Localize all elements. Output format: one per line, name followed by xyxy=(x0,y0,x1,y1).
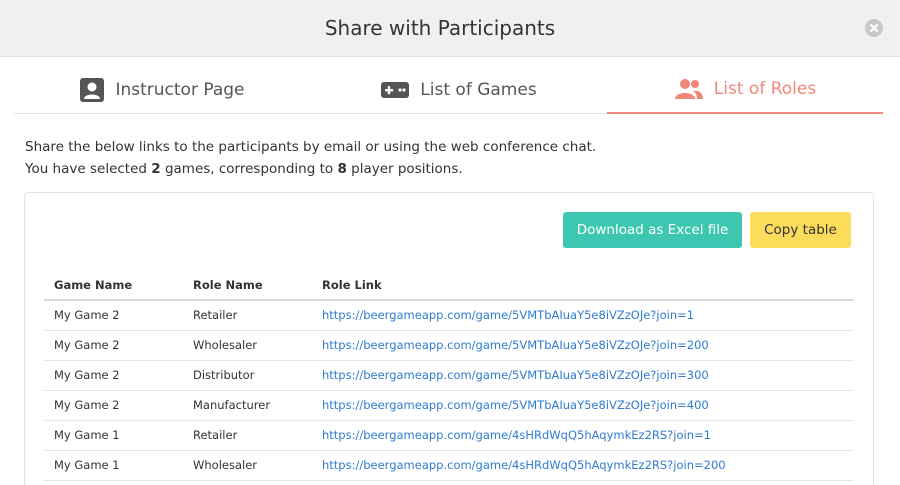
intro-line-1: Share the below links to the participant… xyxy=(25,139,597,155)
intro-text-part: player positions. xyxy=(346,161,463,177)
tab-label: List of Roles xyxy=(713,79,817,99)
tab-bar: Instructor Page List of Games List of Ro… xyxy=(14,66,883,114)
role-name-cell: Distributor xyxy=(183,360,312,391)
role-name-cell: Manufacturer xyxy=(183,390,312,421)
table-header-row: Game Name Role Name Role Link xyxy=(44,271,854,301)
column-header-game-name: Game Name xyxy=(44,271,183,301)
game-name-cell: My Game 1 xyxy=(44,420,183,451)
dialog-title: Share with Participants xyxy=(324,16,556,40)
role-name-cell: Wholesaler xyxy=(183,450,312,481)
close-button[interactable] xyxy=(865,19,883,37)
tab-label: Instructor Page xyxy=(115,79,245,100)
game-name-cell: My Game 2 xyxy=(44,360,183,391)
intro-line-2: You have selected 2 games, corresponding… xyxy=(25,158,596,180)
table-row: My Game 2 Retailer https://beergameapp.c… xyxy=(44,300,854,331)
user-badge-icon xyxy=(79,77,105,103)
role-name-cell: Retailer xyxy=(183,420,312,451)
roles-table: Game Name Role Name Role Link My Game 2 … xyxy=(44,271,854,481)
intro-text-part: You have selected xyxy=(25,161,152,177)
positions-count: 8 xyxy=(337,161,347,177)
column-header-role-name: Role Name xyxy=(183,271,312,301)
role-link[interactable]: https://beergameapp.com/game/4sHRdWqQ5hA… xyxy=(312,420,854,451)
table-row: My Game 2 Manufacturer https://beergamea… xyxy=(44,390,854,421)
game-name-cell: My Game 2 xyxy=(44,390,183,421)
intro-text: Share the below links to the participant… xyxy=(25,136,596,180)
copy-table-button[interactable]: Copy table xyxy=(750,212,851,248)
roles-card: Download as Excel file Copy table Game N… xyxy=(24,192,874,485)
role-link[interactable]: https://beergameapp.com/game/5VMTbAIuaY5… xyxy=(312,360,854,391)
close-icon xyxy=(870,24,878,32)
column-header-role-link: Role Link xyxy=(312,271,854,301)
gamepad-icon xyxy=(380,80,410,100)
games-count: 2 xyxy=(151,161,161,177)
role-name-cell: Retailer xyxy=(183,300,312,331)
users-icon xyxy=(674,78,704,100)
tab-instructor-page[interactable]: Instructor Page xyxy=(14,66,310,113)
tab-label: List of Games xyxy=(420,79,537,100)
dialog-header: Share with Participants xyxy=(0,0,900,57)
table-row: My Game 2 Distributor https://beergameap… xyxy=(44,360,854,391)
table-row: My Game 1 Wholesaler https://beergameapp… xyxy=(44,450,854,481)
intro-text-part: games, corresponding to xyxy=(160,161,338,177)
role-link[interactable]: https://beergameapp.com/game/5VMTbAIuaY5… xyxy=(312,300,854,331)
role-link[interactable]: https://beergameapp.com/game/5VMTbAIuaY5… xyxy=(312,390,854,421)
game-name-cell: My Game 2 xyxy=(44,300,183,331)
game-name-cell: My Game 2 xyxy=(44,330,183,361)
tab-list-of-games[interactable]: List of Games xyxy=(310,66,607,113)
role-link[interactable]: https://beergameapp.com/game/4sHRdWqQ5hA… xyxy=(312,450,854,481)
table-row: My Game 1 Retailer https://beergameapp.c… xyxy=(44,420,854,451)
role-link[interactable]: https://beergameapp.com/game/5VMTbAIuaY5… xyxy=(312,330,854,361)
table-row: My Game 2 Wholesaler https://beergameapp… xyxy=(44,330,854,361)
tab-list-of-roles[interactable]: List of Roles xyxy=(607,66,883,114)
download-excel-button[interactable]: Download as Excel file xyxy=(563,212,742,248)
role-name-cell: Wholesaler xyxy=(183,330,312,361)
game-name-cell: My Game 1 xyxy=(44,450,183,481)
